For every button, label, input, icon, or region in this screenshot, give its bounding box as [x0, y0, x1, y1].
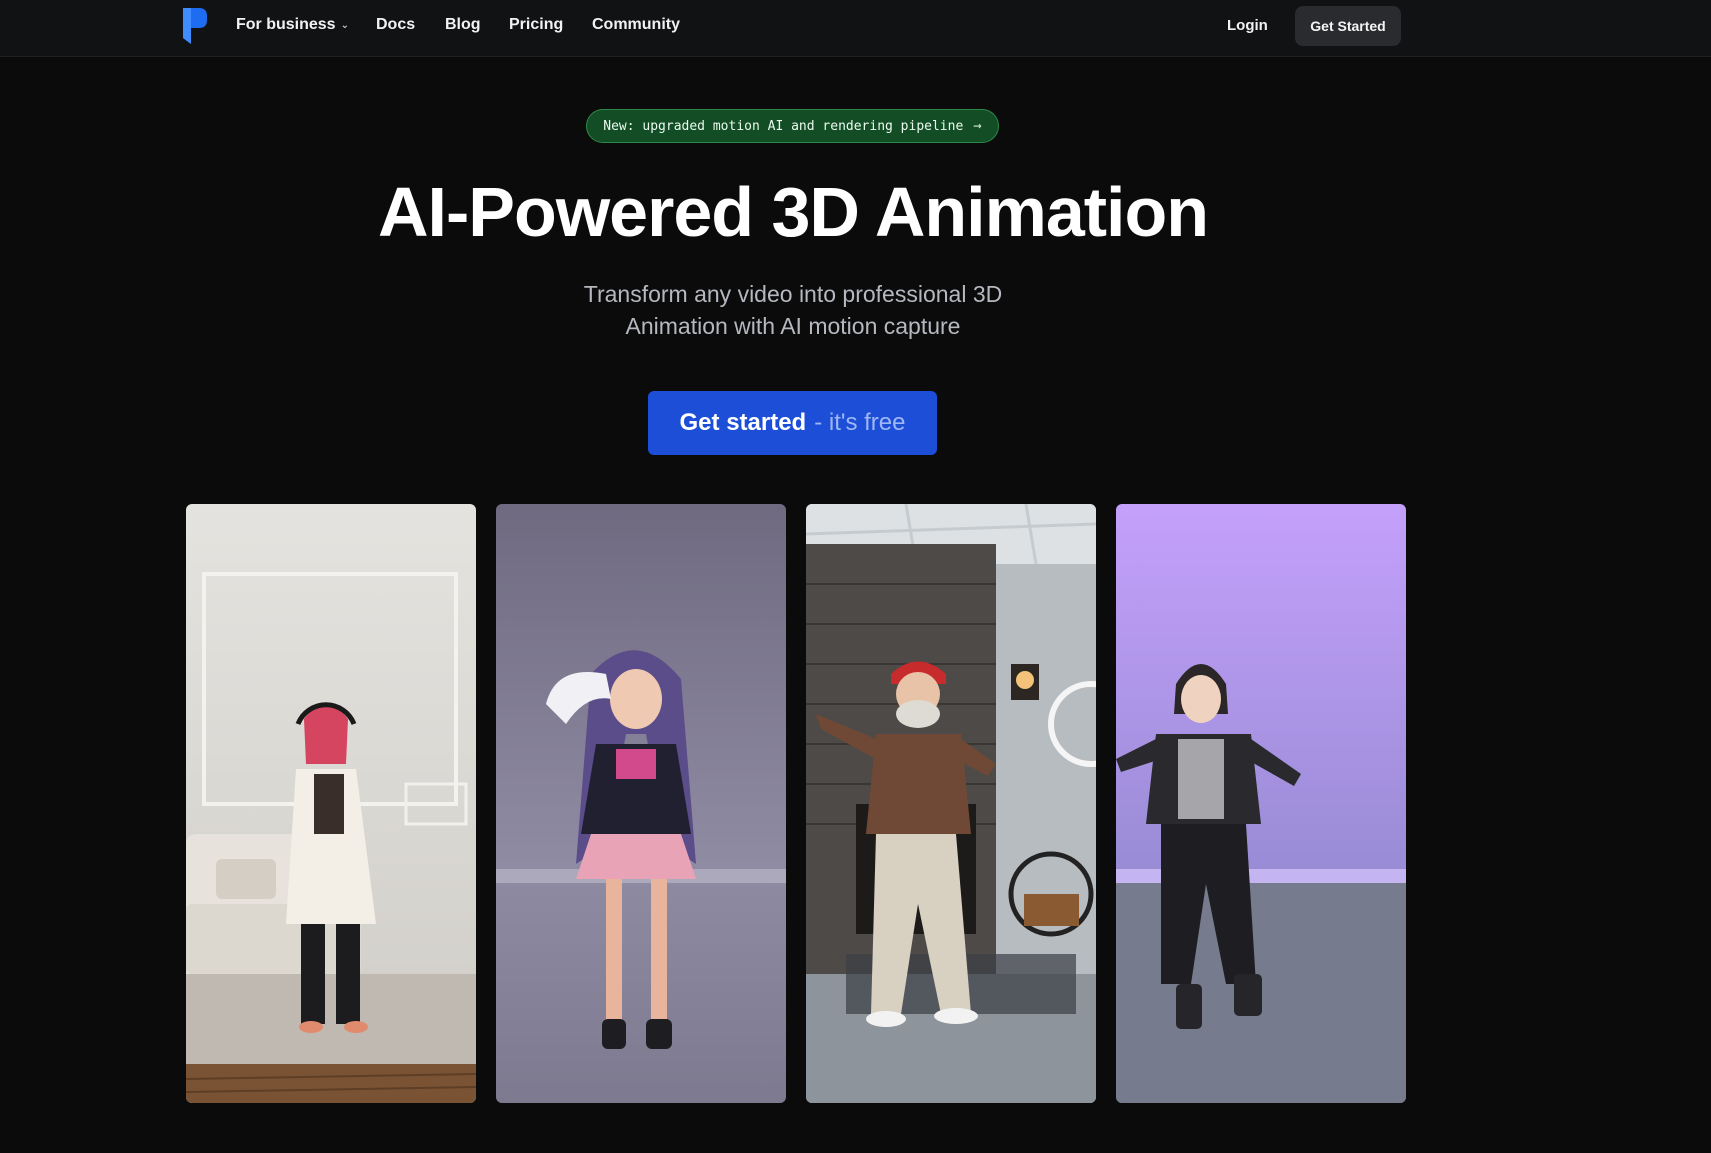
login-link[interactable]: Login: [1227, 17, 1268, 35]
nav-item-docs[interactable]: Docs: [376, 15, 415, 35]
nav-item-community[interactable]: Community: [592, 15, 680, 35]
cta-secondary-label: - it's free: [814, 409, 906, 436]
brand-logo-icon[interactable]: [181, 8, 209, 44]
nav-item-pricing[interactable]: Pricing: [509, 15, 563, 35]
announcement-badge[interactable]: New: upgraded motion AI and rendering pi…: [586, 109, 999, 143]
hero-title: AI-Powered 3D Animation: [377, 173, 1209, 251]
old-man-photo-image: [806, 504, 1096, 1103]
nav-item-blog[interactable]: Blog: [445, 15, 481, 35]
arrow-right-icon: →: [973, 118, 982, 134]
hero-subtitle-line2: Animation with AI motion capture: [625, 313, 961, 339]
nav-item-label: For business: [236, 16, 336, 33]
showcase-anime-character-boy[interactable]: [1116, 504, 1406, 1103]
cta-primary-label: Get started: [679, 409, 807, 436]
announcement-text: New: upgraded motion AI and rendering pi…: [603, 118, 964, 134]
anime-girl-render-image: [496, 504, 786, 1103]
dancer-photo-image: [186, 504, 476, 1103]
top-navigation: For business ⌄ Docs Blog Pricing Communit…: [0, 0, 1711, 57]
showcase-video-old-man-dancing[interactable]: [806, 504, 1096, 1103]
nav-item-for-business[interactable]: For business ⌄: [236, 15, 349, 37]
hero-subtitle: Transform any video into professional 3D…: [0, 278, 1586, 342]
anime-boy-render-image: [1116, 504, 1406, 1103]
get-started-free-button[interactable]: Get started - it's free: [648, 391, 937, 455]
chevron-down-icon: ⌄: [340, 20, 349, 31]
get-started-nav-button[interactable]: Get Started: [1295, 6, 1401, 46]
hero-subtitle-line1: Transform any video into professional 3D: [583, 281, 1003, 307]
showcase-video-real-dancer[interactable]: [186, 504, 476, 1103]
showcase-anime-character-girl[interactable]: [496, 504, 786, 1103]
